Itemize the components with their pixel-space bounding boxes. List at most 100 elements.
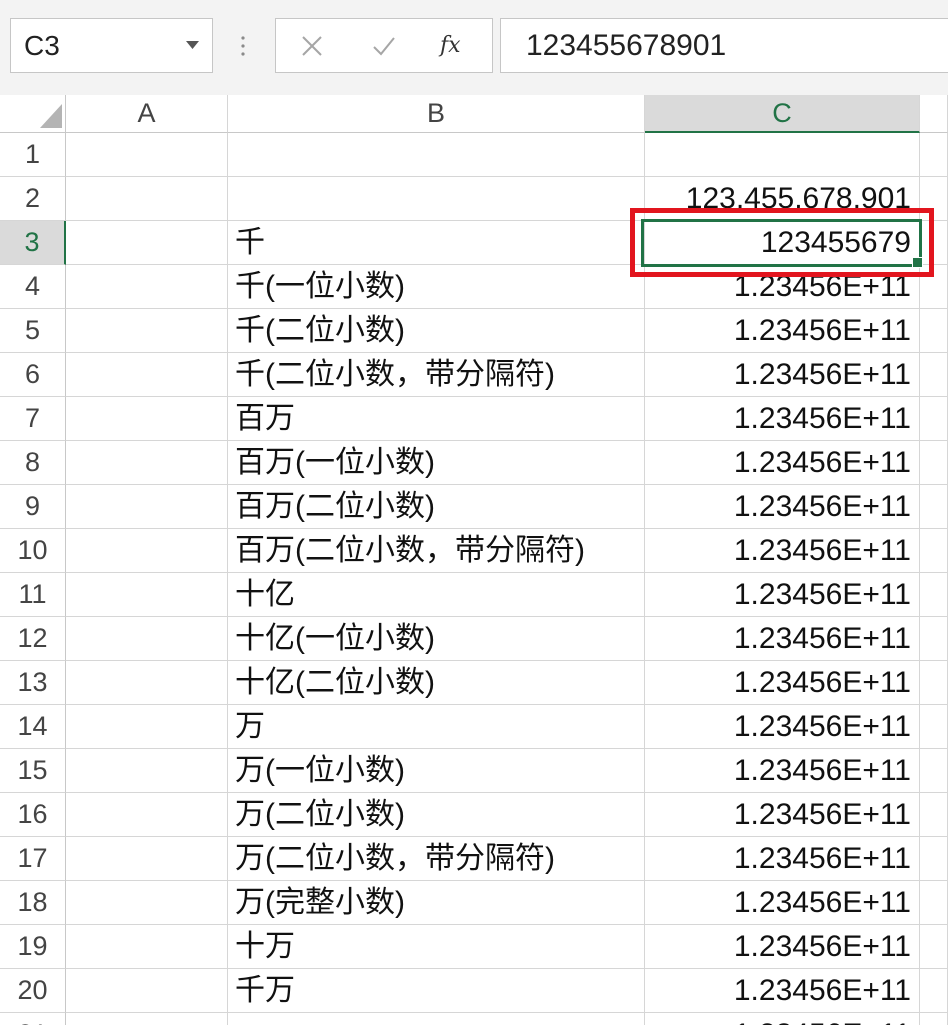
row-header-3[interactable]: 3 <box>0 221 66 265</box>
cancel-button[interactable] <box>298 32 326 60</box>
row-header-4[interactable]: 4 <box>0 265 66 309</box>
cell-a15[interactable] <box>66 749 228 793</box>
cell-d17[interactable] <box>920 837 948 881</box>
cell-c10[interactable]: 1.23456E+11 <box>645 529 920 573</box>
cell-c8[interactable]: 1.23456E+11 <box>645 441 920 485</box>
cell-b7[interactable]: 百万 <box>228 397 645 441</box>
cell-a8[interactable] <box>66 441 228 485</box>
column-header-d[interactable] <box>920 95 948 133</box>
cell-a10[interactable] <box>66 529 228 573</box>
cell-a19[interactable] <box>66 925 228 969</box>
cell-c9[interactable]: 1.23456E+11 <box>645 485 920 529</box>
chevron-down-icon[interactable] <box>186 41 199 49</box>
row-header-11[interactable]: 11 <box>0 573 66 617</box>
cell-c20[interactable]: 1.23456E+11 <box>645 969 920 1013</box>
row-header-2[interactable]: 2 <box>0 177 66 221</box>
cell-c21[interactable]: 1.23456E+11 <box>645 1013 920 1025</box>
cell-d15[interactable] <box>920 749 948 793</box>
row-header-15[interactable]: 15 <box>0 749 66 793</box>
row-header-19[interactable]: 19 <box>0 925 66 969</box>
cell-d16[interactable] <box>920 793 948 837</box>
cell-b6[interactable]: 千(二位小数，带分隔符) <box>228 353 645 397</box>
row-header-16[interactable]: 16 <box>0 793 66 837</box>
cell-d10[interactable] <box>920 529 948 573</box>
formula-input[interactable]: 123455678901 <box>500 18 948 73</box>
cell-c7[interactable]: 1.23456E+11 <box>645 397 920 441</box>
insert-function-button[interactable]: fx <box>440 19 461 72</box>
cell-a13[interactable] <box>66 661 228 705</box>
name-box[interactable]: C3 <box>10 18 213 73</box>
cell-b10[interactable]: 百万(二位小数，带分隔符) <box>228 529 645 573</box>
cell-b19[interactable]: 十万 <box>228 925 645 969</box>
cell-c11[interactable]: 1.23456E+11 <box>645 573 920 617</box>
cell-b15[interactable]: 万(一位小数) <box>228 749 645 793</box>
cell-d21[interactable] <box>920 1013 948 1025</box>
cell-d8[interactable] <box>920 441 948 485</box>
cell-b16[interactable]: 万(二位小数) <box>228 793 645 837</box>
cell-d19[interactable] <box>920 925 948 969</box>
cell-a3[interactable] <box>66 221 228 265</box>
row-header-21[interactable]: 21 <box>0 1013 66 1025</box>
cell-c1[interactable] <box>645 133 920 177</box>
cell-b21[interactable] <box>228 1013 645 1025</box>
row-header-6[interactable]: 6 <box>0 353 66 397</box>
cell-c19[interactable]: 1.23456E+11 <box>645 925 920 969</box>
cell-a5[interactable] <box>66 309 228 353</box>
cell-a9[interactable] <box>66 485 228 529</box>
row-header-5[interactable]: 5 <box>0 309 66 353</box>
row-header-1[interactable]: 1 <box>0 133 66 177</box>
cell-c5[interactable]: 1.23456E+11 <box>645 309 920 353</box>
cell-a12[interactable] <box>66 617 228 661</box>
cell-c18[interactable]: 1.23456E+11 <box>645 881 920 925</box>
cell-d9[interactable] <box>920 485 948 529</box>
cell-b1[interactable] <box>228 133 645 177</box>
column-header-c[interactable]: C <box>645 95 920 133</box>
row-header-17[interactable]: 17 <box>0 837 66 881</box>
row-header-7[interactable]: 7 <box>0 397 66 441</box>
cell-d6[interactable] <box>920 353 948 397</box>
cell-b2[interactable] <box>228 177 645 221</box>
cell-a17[interactable] <box>66 837 228 881</box>
cell-d13[interactable] <box>920 661 948 705</box>
cell-d5[interactable] <box>920 309 948 353</box>
cell-b20[interactable]: 千万 <box>228 969 645 1013</box>
select-all-button[interactable] <box>0 95 66 133</box>
row-header-8[interactable]: 8 <box>0 441 66 485</box>
cell-a2[interactable] <box>66 177 228 221</box>
cell-b9[interactable]: 百万(二位小数) <box>228 485 645 529</box>
cell-a21[interactable] <box>66 1013 228 1025</box>
row-header-12[interactable]: 12 <box>0 617 66 661</box>
cell-d1[interactable] <box>920 133 948 177</box>
cell-b14[interactable]: 万 <box>228 705 645 749</box>
row-header-13[interactable]: 13 <box>0 661 66 705</box>
cell-a14[interactable] <box>66 705 228 749</box>
cell-b4[interactable]: 千(一位小数) <box>228 265 645 309</box>
cell-d14[interactable] <box>920 705 948 749</box>
cell-c12[interactable]: 1.23456E+11 <box>645 617 920 661</box>
formula-input-value[interactable]: 123455678901 <box>526 19 726 72</box>
cell-d11[interactable] <box>920 573 948 617</box>
enter-button[interactable] <box>370 32 398 60</box>
cell-a1[interactable] <box>66 133 228 177</box>
cell-a4[interactable] <box>66 265 228 309</box>
cell-b13[interactable]: 十亿(二位小数) <box>228 661 645 705</box>
row-header-10[interactable]: 10 <box>0 529 66 573</box>
cell-a20[interactable] <box>66 969 228 1013</box>
cell-c17[interactable]: 1.23456E+11 <box>645 837 920 881</box>
cell-b3[interactable]: 千 <box>228 221 645 265</box>
cell-c13[interactable]: 1.23456E+11 <box>645 661 920 705</box>
cell-a7[interactable] <box>66 397 228 441</box>
row-header-14[interactable]: 14 <box>0 705 66 749</box>
cell-a11[interactable] <box>66 573 228 617</box>
cell-a18[interactable] <box>66 881 228 925</box>
cell-c14[interactable]: 1.23456E+11 <box>645 705 920 749</box>
cell-d20[interactable] <box>920 969 948 1013</box>
cell-d7[interactable] <box>920 397 948 441</box>
row-header-20[interactable]: 20 <box>0 969 66 1013</box>
row-header-18[interactable]: 18 <box>0 881 66 925</box>
cell-d18[interactable] <box>920 881 948 925</box>
cell-d12[interactable] <box>920 617 948 661</box>
cell-b5[interactable]: 千(二位小数) <box>228 309 645 353</box>
cell-a6[interactable] <box>66 353 228 397</box>
column-header-a[interactable]: A <box>66 95 228 133</box>
